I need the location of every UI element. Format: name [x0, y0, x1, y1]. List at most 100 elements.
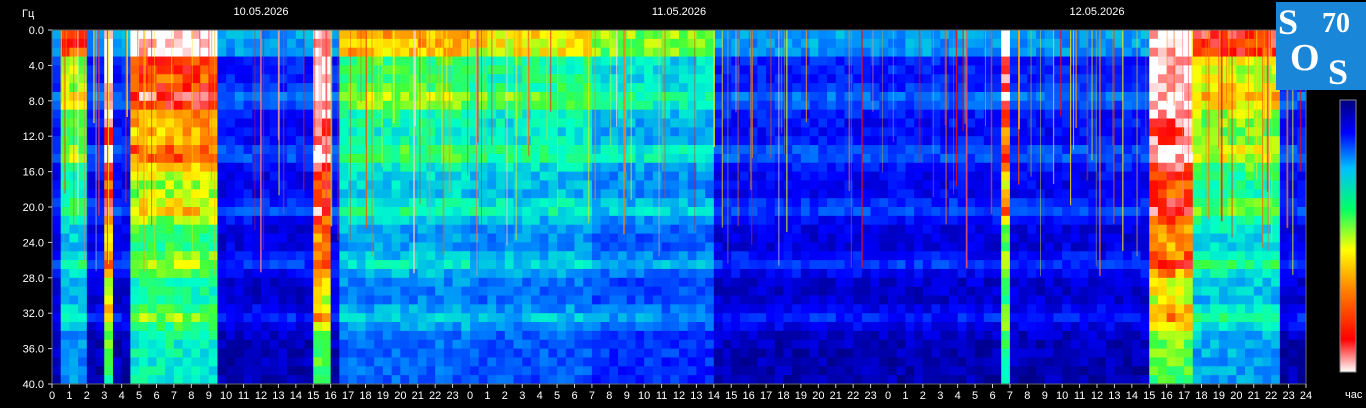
spectrogram-cell — [234, 348, 245, 359]
spectrogram-cell — [783, 304, 793, 314]
spectrogram-cell — [818, 91, 828, 102]
spectrogram-cell — [914, 207, 924, 217]
spectrogram-cell — [356, 251, 367, 261]
spectrogram-cell — [539, 375, 549, 385]
spectrogram-cell — [191, 127, 201, 137]
spectrogram-cell — [713, 91, 724, 102]
spectrogram-cell — [130, 198, 140, 208]
spectrogram-cell — [530, 251, 541, 261]
spectrogram-cell — [591, 198, 602, 208]
spectrogram-cell — [217, 224, 227, 235]
spectrogram-cell — [800, 224, 811, 235]
spectrogram-cell — [766, 339, 776, 350]
spectrogram-cell — [783, 224, 793, 235]
spectrogram-cell — [539, 189, 549, 199]
spectrogram-cell — [200, 313, 210, 323]
spectrogram-cell — [818, 260, 828, 270]
spectrogram-cell — [504, 189, 515, 199]
spectrogram-cell — [696, 224, 706, 235]
spectrogram-cell — [156, 145, 166, 155]
spectrogram-cell — [1131, 260, 1142, 270]
spectrogram-cell — [861, 295, 872, 305]
spectrogram-cell — [461, 30, 471, 40]
spectrogram-cell — [557, 233, 567, 243]
spectrogram-cell — [487, 357, 497, 367]
spectrogram-cell — [931, 366, 941, 376]
spectrogram-cell — [234, 189, 245, 199]
spectrogram-cell — [574, 313, 584, 323]
spectrogram-cell — [896, 330, 907, 341]
spectrogram-cell — [1001, 260, 1011, 270]
spectrogram-cell — [1044, 47, 1055, 58]
spectrogram-cell — [217, 207, 227, 217]
spectrogram-cell — [870, 136, 880, 146]
spectrogram-cell — [1018, 153, 1028, 164]
spectrogram-cell — [827, 313, 837, 323]
spectrogram-cell — [652, 233, 663, 243]
spectrogram-cell — [992, 145, 1002, 155]
spectrogram-cell — [635, 38, 645, 49]
spectrogram-cell — [557, 136, 567, 146]
spectrogram-cell — [243, 357, 253, 367]
spectrogram-cell — [278, 304, 288, 314]
spectrogram-cell — [888, 153, 898, 164]
spectrogram-cell — [548, 251, 558, 261]
spectrogram-cell — [400, 162, 410, 173]
spectrogram-cell — [818, 224, 828, 235]
spectrogram-cell — [922, 375, 933, 385]
spectrogram-cell — [809, 242, 819, 252]
spectrogram-cell — [295, 268, 306, 279]
spectrogram-cell — [591, 145, 602, 155]
spectrogram-cell — [452, 224, 462, 235]
spectrogram-cell — [574, 339, 584, 350]
spectrogram-cell — [200, 91, 210, 102]
spectrogram-cell — [191, 348, 201, 359]
spectrogram-cell — [1018, 242, 1028, 252]
spectrogram-cell — [234, 277, 245, 288]
spectrogram-cell — [861, 100, 872, 111]
spectrogram-cell — [618, 118, 628, 128]
spectrogram-cell — [356, 136, 367, 146]
spectrogram-cell — [800, 118, 811, 128]
spectrogram-cell — [800, 171, 811, 182]
spectrogram-cell — [130, 224, 140, 235]
spectrogram-cell — [261, 109, 271, 120]
spectrogram-cell — [879, 330, 889, 341]
spectrogram-cell — [348, 118, 358, 128]
spectrogram-cell — [888, 224, 898, 235]
spectrogram-cell — [1114, 260, 1124, 270]
spectrogram-cell — [940, 198, 950, 208]
spectrogram-cell — [748, 198, 758, 208]
spectrogram-cell — [147, 198, 158, 208]
spectrogram-cell — [60, 260, 71, 270]
spectrogram-cell — [217, 304, 227, 314]
spectrogram-cell — [896, 153, 907, 164]
spectrogram-cell — [1070, 224, 1081, 235]
spectrogram-cell — [191, 330, 201, 341]
spectrogram-cell — [182, 286, 192, 297]
spectrogram-cell — [513, 357, 523, 367]
spectrogram-cell — [165, 100, 175, 111]
spectrogram-cell — [591, 268, 602, 279]
spectrogram-cell — [1123, 357, 1133, 367]
spectrogram-cell — [530, 153, 541, 164]
spectrogram-cell — [156, 233, 166, 243]
spectrogram-cell — [191, 171, 201, 182]
spectrogram-cell — [112, 171, 123, 182]
spectrogram-cell — [496, 189, 506, 199]
spectrogram-cell — [705, 180, 715, 190]
spectrogram-cell — [165, 233, 175, 243]
spectrogram-cell — [156, 322, 166, 332]
spectrogram-cell — [818, 38, 828, 49]
spectrogram-cell — [513, 145, 523, 155]
spectrogram-cell — [156, 189, 166, 199]
spectrogram-cell — [400, 366, 410, 376]
spectrogram-cell — [60, 304, 71, 314]
spectrogram-cell — [1027, 91, 1037, 102]
spectrogram-cell — [600, 109, 610, 120]
spectrogram-cell — [1001, 38, 1011, 49]
spectrogram-cell — [1097, 375, 1107, 385]
spectrogram-cell — [609, 207, 619, 217]
spectrogram-cell — [696, 100, 706, 111]
spectrogram-cell — [853, 207, 863, 217]
